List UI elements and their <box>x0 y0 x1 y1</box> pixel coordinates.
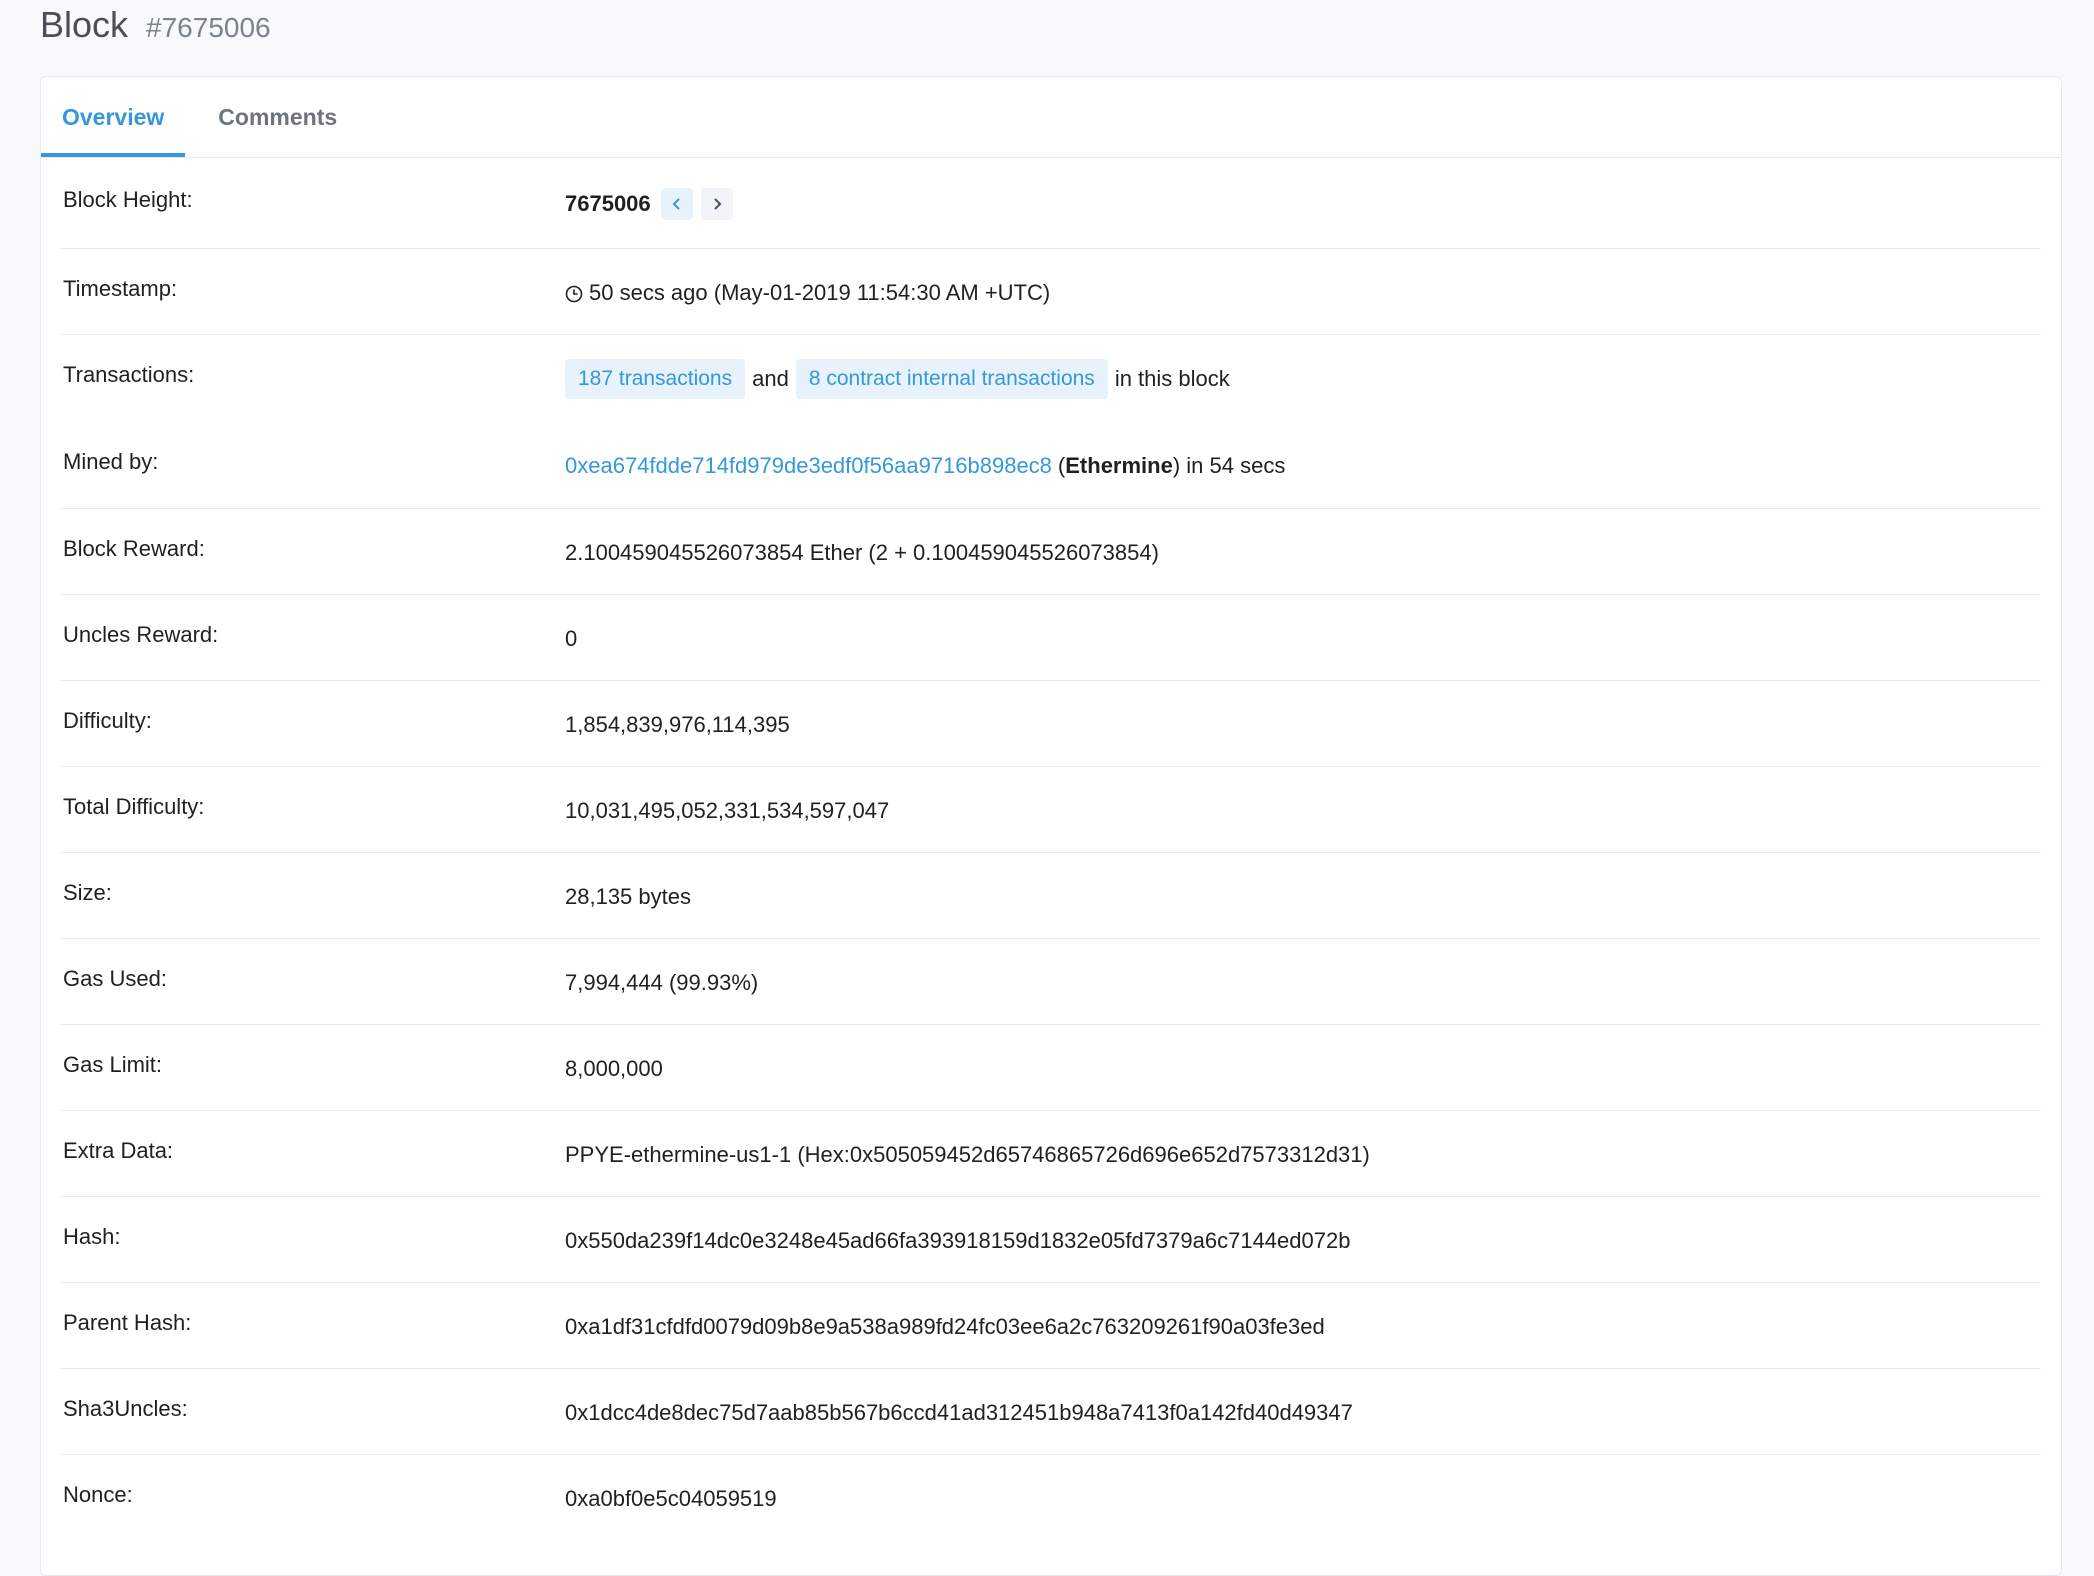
hash-label: Hash: <box>63 1223 121 1249</box>
row-uncles-reward: Uncles Reward: 0 <box>61 595 2041 681</box>
row-difficulty: Difficulty: 1,854,839,976,114,395 <box>61 681 2041 767</box>
block-height-value-group: 7675006 <box>565 188 733 220</box>
tab-overview[interactable]: Overview <box>41 77 186 157</box>
total-difficulty-value: 10,031,495,052,331,534,597,047 <box>565 797 890 823</box>
row-extra-data: Extra Data: PPYE-ethermine-us1-1 (Hex:0x… <box>61 1111 2041 1197</box>
row-sha3uncles: Sha3Uncles: 0x1dcc4de8dec75d7aab85b567b6… <box>61 1369 2041 1455</box>
block-height-value: 7675006 <box>565 191 651 216</box>
internal-transactions-link[interactable]: 8 contract internal transactions <box>795 359 1108 399</box>
clock-icon <box>565 285 583 303</box>
size-label: Size: <box>63 879 112 905</box>
extra-data-value: PPYE-ethermine-us1-1 (Hex:0x505059452d65… <box>565 1141 1370 1167</box>
row-transactions: Transactions: 187 transactions and 8 con… <box>61 335 2041 421</box>
block-details-card: Overview Comments Block Height: 7675006 … <box>40 76 2062 1576</box>
chevron-left-icon <box>672 198 680 210</box>
block-reward-value: 2.100459045526073854 Ether (2 + 0.100459… <box>565 539 1159 565</box>
row-gas-limit: Gas Limit: 8,000,000 <box>61 1025 2041 1111</box>
gas-limit-value: 8,000,000 <box>565 1055 663 1081</box>
row-mined-by: Mined by: 0xea674fdde714fd979de3edf0f56a… <box>61 421 2041 509</box>
sha3uncles-label: Sha3Uncles: <box>63 1395 188 1421</box>
page-header: Block #7675006 <box>40 4 271 54</box>
gas-used-label: Gas Used: <box>63 965 167 991</box>
timestamp-value: 50 secs ago (May-01-2019 11:54:30 AM +UT… <box>589 279 1051 305</box>
gas-used-value: 7,994,444 (99.93%) <box>565 969 759 995</box>
hash-value: 0x550da239f14dc0e3248e45ad66fa393918159d… <box>565 1227 1351 1253</box>
nonce-label: Nonce: <box>63 1482 133 1507</box>
block-reward-label: Block Reward: <box>63 535 205 561</box>
page-title: Block <box>40 4 129 45</box>
gas-limit-label: Gas Limit: <box>63 1051 163 1077</box>
miner-address-link[interactable]: 0xea674fdde714fd979de3edf0f56aa9716b898e… <box>565 453 1052 479</box>
mined-by-label: Mined by: <box>63 448 159 474</box>
miner-name: Ethermine <box>1065 452 1173 478</box>
tab-comments[interactable]: Comments <box>197 77 358 157</box>
overview-rows: Block Height: 7675006 Timestamp: 50 secs… <box>41 158 2061 1541</box>
mined-by-value-group: 0xea674fdde714fd979de3edf0f56aa9716b898e… <box>565 453 1285 479</box>
transactions-link[interactable]: 187 transactions <box>565 359 746 399</box>
next-block-button[interactable] <box>700 188 733 220</box>
row-nonce: Nonce: 0xa0bf0e5c04059519 <box>61 1455 2041 1541</box>
row-parent-hash: Parent Hash: 0xa1df31cfdfd0079d09b8e9a53… <box>61 1283 2041 1369</box>
row-timestamp: Timestamp: 50 secs ago (May-01-2019 11:5… <box>61 249 2041 335</box>
row-gas-used: Gas Used: 7,994,444 (99.93%) <box>61 939 2041 1025</box>
total-difficulty-label: Total Difficulty: <box>63 793 205 819</box>
miner-open-paren: ( <box>1057 452 1066 478</box>
difficulty-value: 1,854,839,976,114,395 <box>565 711 790 737</box>
chevron-right-icon <box>713 198 722 210</box>
extra-data-label: Extra Data: <box>63 1137 174 1163</box>
size-value: 28,135 bytes <box>565 883 691 909</box>
block-number-subtitle: #7675006 <box>146 12 271 43</box>
difficulty-label: Difficulty: <box>63 707 152 733</box>
transactions-and-text: and <box>752 366 789 391</box>
mined-by-suffix: ) in 54 secs <box>1172 452 1286 478</box>
transactions-label: Transactions: <box>63 362 195 387</box>
transactions-value-group: 187 transactions and 8 contract internal… <box>565 359 1230 399</box>
tab-bar: Overview Comments <box>41 77 2061 158</box>
transactions-suffix: in this block <box>1114 366 1230 391</box>
parent-hash-link[interactable]: 0xa1df31cfdfd0079d09b8e9a538a989fd24fc03… <box>565 1314 1325 1340</box>
block-height-label: Block Height: <box>63 187 193 212</box>
timestamp-value-group: 50 secs ago (May-01-2019 11:54:30 AM +UT… <box>565 280 1050 306</box>
row-block-height: Block Height: 7675006 <box>61 158 2041 249</box>
parent-hash-label: Parent Hash: <box>63 1309 192 1335</box>
row-block-reward: Block Reward: 2.100459045526073854 Ether… <box>61 509 2041 595</box>
row-total-difficulty: Total Difficulty: 10,031,495,052,331,534… <box>61 767 2041 853</box>
nonce-value: 0xa0bf0e5c04059519 <box>565 1486 777 1511</box>
row-size: Size: 28,135 bytes <box>61 853 2041 939</box>
uncles-reward-label: Uncles Reward: <box>63 621 219 647</box>
previous-block-button[interactable] <box>660 188 693 220</box>
row-hash: Hash: 0x550da239f14dc0e3248e45ad66fa3939… <box>61 1197 2041 1283</box>
timestamp-label: Timestamp: <box>63 275 178 301</box>
uncles-reward-value: 0 <box>565 625 578 651</box>
sha3uncles-value: 0x1dcc4de8dec75d7aab85b567b6ccd41ad31245… <box>565 1399 1353 1425</box>
